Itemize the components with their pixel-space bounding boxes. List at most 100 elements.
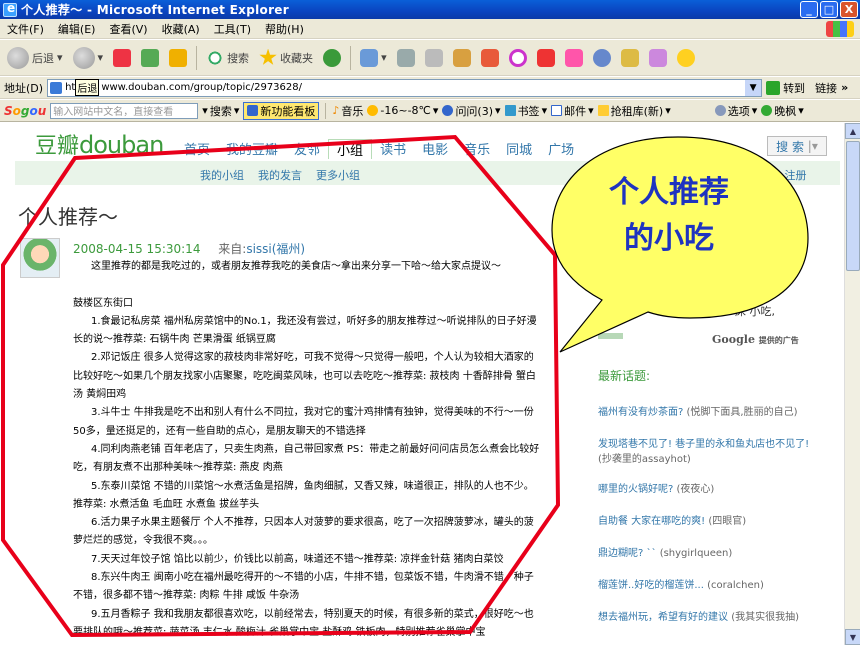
stop-button[interactable]	[110, 47, 134, 69]
topic-author[interactable]: (shygirlqueen)	[660, 548, 733, 559]
chevron-right-icon[interactable]: »	[841, 81, 848, 94]
plugin5-button[interactable]	[646, 47, 670, 69]
topic-author[interactable]: (夜夜心)	[677, 484, 715, 495]
post-line	[73, 276, 543, 294]
media-button[interactable]	[320, 47, 344, 69]
plugin-icon	[648, 48, 667, 67]
topic-link[interactable]: 榴莲饼..好吃的榴莲饼...	[598, 580, 704, 591]
menu-file[interactable]: 文件(F)	[0, 21, 51, 37]
nav-home[interactable]: 首页	[176, 139, 218, 159]
toolbar-separator	[350, 45, 352, 70]
post-line: 不错，很多都不错～推荐菜: 肉粽 牛排 咸饭 牛杂汤	[73, 590, 300, 602]
ad-text[interactable]: 床 小吃,	[735, 303, 775, 319]
edit-button[interactable]	[450, 47, 474, 69]
close-button[interactable]: X	[840, 1, 858, 18]
back-button[interactable]: 后退 ▾	[4, 45, 66, 71]
forward-button[interactable]: ▾	[70, 45, 107, 71]
chevron-down-icon[interactable]: ▼	[745, 79, 762, 96]
nav-groups[interactable]: 小组	[328, 139, 373, 159]
scroll-up-icon[interactable]: ▲	[845, 123, 860, 139]
topic-author[interactable]: (我其实很我抽)	[731, 612, 799, 623]
plugin3-button[interactable]	[590, 47, 614, 69]
subnav-more-groups[interactable]: 更多小组	[316, 167, 360, 183]
post-line: 推荐菜: 水煮活鱼 毛血旺 水煮鱼 拔丝芋头	[73, 498, 260, 510]
sogou-search-input[interactable]: 输入网站中文名，直接查看	[50, 102, 199, 119]
topic-author[interactable]: (coralchen)	[707, 580, 764, 591]
menu-favorites[interactable]: 收藏(A)	[155, 21, 207, 37]
mail-icon	[396, 48, 415, 67]
scroll-thumb[interactable]	[846, 141, 860, 271]
menu-tools[interactable]: 工具(T)	[207, 21, 258, 37]
topic-link[interactable]: 哪里的火锅好呢?	[598, 484, 673, 495]
topic-author[interactable]: (抄袭里的assayhot)	[598, 454, 691, 465]
ie-icon	[3, 1, 17, 17]
circle-icon	[508, 48, 527, 67]
avatar[interactable]	[20, 238, 60, 278]
topic-author[interactable]: (悦脚下面具,胜丽的自己)	[687, 407, 798, 418]
nav-friends[interactable]: 友邻	[286, 139, 328, 159]
nav-square[interactable]: 广场	[540, 139, 582, 159]
ask-button[interactable]: 问问(3) ▾	[442, 103, 501, 119]
topic-link[interactable]: 想去福州玩，希望有好的建议	[598, 612, 728, 623]
post-line: 比较好吃～如果几个朋友找家小店聚聚，吃吃闽菜风味，也可以去吃吃～推荐菜: 菽枝肉…	[73, 370, 536, 382]
vertical-scrollbar[interactable]: ▲ ▼	[844, 123, 860, 645]
menu-view[interactable]: 查看(V)	[102, 21, 154, 37]
nav-local[interactable]: 同城	[498, 139, 540, 159]
subnav-my-posts[interactable]: 我的发言	[258, 167, 302, 183]
topic-author[interactable]: (四眼官)	[708, 516, 746, 527]
topic-link[interactable]: 鼎边糊呢? ``	[598, 548, 657, 559]
lottery-button[interactable]: 抢租库(新) ▾	[597, 103, 671, 119]
search-button[interactable]: 搜索	[203, 47, 252, 69]
plugin-button[interactable]	[534, 47, 558, 69]
subnav-my-groups[interactable]: 我的小组	[200, 167, 244, 183]
topic-link[interactable]: 发现塔巷不见了! 巷子里的永和鱼丸店也不见了!	[598, 439, 809, 450]
menu-edit[interactable]: 编辑(E)	[51, 21, 103, 37]
star-icon	[259, 48, 277, 65]
music-button[interactable]: ♪ 音乐	[332, 103, 363, 119]
plugin4-button[interactable]	[618, 47, 642, 69]
latest-topics-list: 福州有没有炒茶面? (悦脚下面具,胜丽的自己) 发现塔巷不见了! 巷子里的永和鱼丸…	[598, 403, 838, 640]
topic-link[interactable]: 福州有没有炒茶面?	[598, 407, 683, 418]
messenger-button[interactable]	[478, 47, 502, 69]
weather-button[interactable]: -16~-8℃ ▾	[367, 104, 438, 117]
plugin-icon	[536, 48, 555, 67]
douban-search-button[interactable]: 搜 索 |▾	[767, 136, 827, 156]
links-button[interactable]: 链接	[815, 80, 837, 96]
smiley-button[interactable]	[674, 47, 698, 69]
menu-help[interactable]: 帮助(H)	[258, 21, 311, 37]
history-button[interactable]: ▾	[357, 47, 390, 69]
nav-movies[interactable]: 电影	[414, 139, 456, 159]
nav-books[interactable]: 读书	[372, 139, 414, 159]
wanfeng-button[interactable]: 晚枫 ▾	[761, 103, 804, 119]
list-item: 鼎边糊呢? `` (shygirlqueen)	[598, 544, 838, 576]
register-link[interactable]: 或 注册	[770, 167, 807, 183]
post-line: 吃，有朋友煮不出那种美味～推荐菜: 燕皮 肉燕	[73, 462, 283, 474]
gift-icon	[597, 105, 609, 116]
address-input[interactable]: ht 后退 www.douban.com/group/topic/2973628…	[47, 78, 763, 97]
address-bar: 地址(D) ht 后退 www.douban.com/group/topic/2…	[0, 77, 860, 99]
favorites-button[interactable]: 收藏夹	[256, 47, 316, 69]
nav-music[interactable]: 音乐	[456, 139, 498, 159]
mail-button[interactable]: 邮件 ▾	[551, 103, 594, 119]
plugin2-button[interactable]	[562, 47, 586, 69]
go-button[interactable]: 转到	[766, 80, 805, 96]
topic-link[interactable]: 自助餐 大家在哪吃的爽!	[598, 516, 705, 527]
options-button[interactable]: 选项 ▾	[714, 103, 757, 119]
nav-my-douban[interactable]: 我的豆瓣	[218, 139, 286, 159]
back-arrow-icon	[7, 46, 29, 69]
maximize-button[interactable]: □	[820, 1, 838, 18]
refresh-button[interactable]	[138, 47, 162, 69]
post-body: 这里推荐的都是我吃过的，或者朋友推荐我吃的美食店～拿出来分享一下哈～给大家点提议…	[73, 258, 543, 642]
qq-button[interactable]	[506, 47, 530, 69]
sogou-search-button[interactable]: ▾ 搜索 ▾	[202, 103, 239, 119]
bookmarks-button[interactable]: 书签 ▾	[504, 103, 547, 119]
minimize-button[interactable]: _	[800, 1, 818, 18]
new-feature-button[interactable]: 新功能看板	[243, 101, 320, 120]
post-line: 4.同利肉燕老铺 百年老店了，只卖生肉燕，自己带回家煮 PS：带走之前最好问问店…	[91, 443, 540, 455]
print-button[interactable]	[422, 47, 446, 69]
post-author-link[interactable]: sissi(福州)	[246, 242, 305, 256]
mail-button[interactable]	[394, 47, 418, 69]
home-button[interactable]	[166, 47, 190, 69]
douban-logo[interactable]: 豆瓣douban	[35, 128, 164, 160]
scroll-down-icon[interactable]: ▼	[845, 629, 860, 645]
